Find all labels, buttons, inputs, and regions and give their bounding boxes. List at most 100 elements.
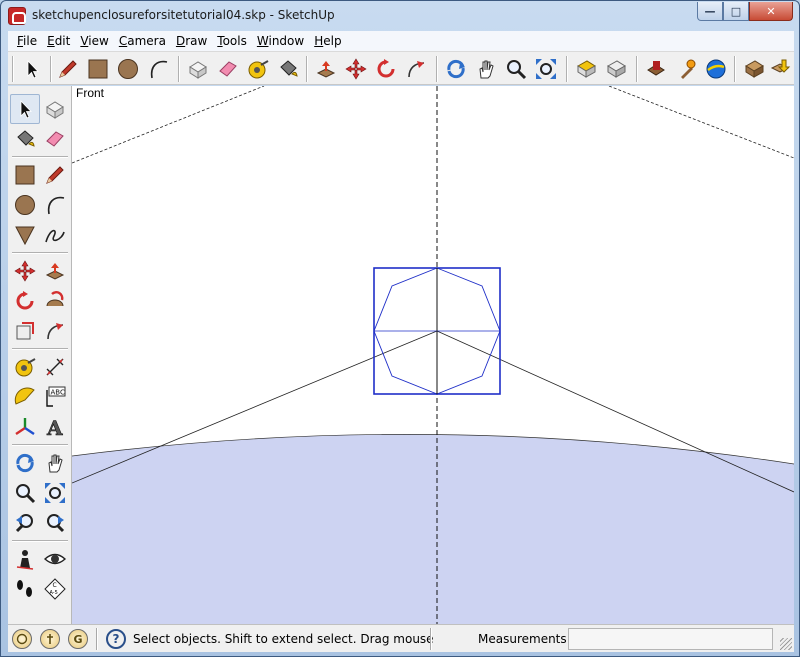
- measurements-input[interactable]: [568, 628, 773, 650]
- protractor-icon[interactable]: [10, 382, 40, 412]
- extension-icon[interactable]: [672, 55, 700, 83]
- rotate-icon[interactable]: [372, 55, 400, 83]
- select-icon[interactable]: [10, 94, 40, 124]
- toolbar-grip[interactable]: [12, 56, 14, 82]
- push-pull-icon[interactable]: [312, 55, 340, 83]
- guide-line: [608, 86, 794, 159]
- status-hint: Select objects. Shift to extend select. …: [133, 632, 434, 646]
- warehouse-icon[interactable]: [642, 55, 670, 83]
- zoom-extents-icon[interactable]: [532, 55, 560, 83]
- 3d-text-icon[interactable]: A: [40, 412, 70, 442]
- maximize-button[interactable]: □: [723, 2, 749, 21]
- offset-icon[interactable]: [40, 316, 70, 346]
- previous-view-icon[interactable]: [10, 508, 40, 538]
- tape-measure-icon[interactable]: [244, 55, 272, 83]
- main-toolbar: [8, 51, 794, 85]
- menu-tools[interactable]: Tools: [212, 34, 252, 48]
- previous-view-icon[interactable]: [572, 55, 600, 83]
- rotate-icon[interactable]: [10, 286, 40, 316]
- credits-icon[interactable]: [40, 629, 60, 649]
- toolbar-separator: [734, 56, 736, 82]
- rectangle-icon[interactable]: [84, 55, 112, 83]
- photo-textures-icon[interactable]: [740, 55, 768, 83]
- axes-icon[interactable]: [10, 412, 40, 442]
- follow-me-icon[interactable]: [40, 286, 70, 316]
- text-icon[interactable]: ABC: [40, 382, 70, 412]
- minimize-button[interactable]: —: [697, 2, 723, 21]
- geo-location-icon[interactable]: [12, 629, 32, 649]
- menu-help[interactable]: Help: [309, 34, 346, 48]
- paint-bucket-icon[interactable]: [10, 124, 40, 154]
- rectangle-icon[interactable]: [10, 160, 40, 190]
- tape-measure-icon[interactable]: [10, 352, 40, 382]
- toolbar-separator: [636, 56, 638, 82]
- next-view-icon[interactable]: [40, 508, 70, 538]
- toolbar-separator: [12, 156, 68, 158]
- pan-icon[interactable]: [40, 448, 70, 478]
- dimension-icon[interactable]: [40, 352, 70, 382]
- circle-icon[interactable]: [114, 55, 142, 83]
- import-icon[interactable]: [766, 55, 794, 83]
- title-bar[interactable]: sketchupenclosureforsitetutorial04.skp -…: [1, 1, 799, 31]
- toolbar-separator: [306, 56, 308, 82]
- eraser-icon[interactable]: [214, 55, 242, 83]
- status-separator: [96, 628, 98, 650]
- position-camera-icon[interactable]: [10, 544, 40, 574]
- push-pull-icon[interactable]: [40, 256, 70, 286]
- make-component-icon[interactable]: [184, 55, 212, 83]
- menu-view[interactable]: View: [75, 34, 113, 48]
- close-button[interactable]: ✕: [749, 2, 793, 21]
- menu-edit[interactable]: Edit: [42, 34, 75, 48]
- scale-icon[interactable]: [10, 316, 40, 346]
- toolbar-separator: [12, 348, 68, 350]
- resize-grip-icon[interactable]: [780, 638, 792, 650]
- status-separator: [430, 628, 432, 650]
- follow-me-icon[interactable]: [402, 55, 430, 83]
- svg-text:ABC: ABC: [51, 389, 65, 397]
- svg-text:C: C: [53, 582, 57, 589]
- select-icon[interactable]: [18, 55, 46, 83]
- move-icon[interactable]: [342, 55, 370, 83]
- look-around-icon[interactable]: [40, 544, 70, 574]
- svg-text:A: A: [46, 416, 63, 438]
- orbit-icon[interactable]: [10, 448, 40, 478]
- walk-icon[interactable]: [10, 574, 40, 604]
- help-icon[interactable]: ?: [106, 629, 126, 649]
- drawing-area[interactable]: Front: [72, 86, 794, 624]
- move-icon[interactable]: [10, 256, 40, 286]
- make-component-icon[interactable]: [40, 94, 70, 124]
- next-view-icon[interactable]: [602, 55, 630, 83]
- menu-window[interactable]: Window: [252, 34, 309, 48]
- svg-text:A-5: A-5: [50, 590, 58, 596]
- section-plane-icon[interactable]: C A-5: [40, 574, 70, 604]
- toolbar-separator: [12, 540, 68, 542]
- measurements-label: Measurements: [478, 632, 567, 646]
- arc-icon[interactable]: [40, 190, 70, 220]
- paint-bucket-icon[interactable]: [274, 55, 302, 83]
- zoom-icon[interactable]: [502, 55, 530, 83]
- toolbar-separator: [178, 56, 180, 82]
- google-signin-icon[interactable]: G: [68, 629, 88, 649]
- window-controls: — □ ✕: [697, 2, 793, 21]
- freehand-icon[interactable]: [40, 220, 70, 250]
- pencil-icon[interactable]: [54, 55, 82, 83]
- toolbar-separator: [12, 252, 68, 254]
- polygon-icon[interactable]: [10, 220, 40, 250]
- model-canvas[interactable]: [72, 86, 794, 624]
- circle-icon[interactable]: [10, 190, 40, 220]
- zoom-icon[interactable]: [10, 478, 40, 508]
- ground-plane: [72, 434, 794, 624]
- menu-draw[interactable]: Draw: [171, 34, 212, 48]
- toolbar-separator: [50, 56, 52, 82]
- zoom-extents-icon[interactable]: [40, 478, 70, 508]
- toolbar-separator: [12, 444, 68, 446]
- line-icon[interactable]: [40, 160, 70, 190]
- orbit-icon[interactable]: [442, 55, 470, 83]
- eraser-icon[interactable]: [40, 124, 70, 154]
- menu-camera[interactable]: Camera: [114, 34, 171, 48]
- sketchup-logo-icon[interactable]: [8, 7, 26, 25]
- google-earth-icon[interactable]: [702, 55, 730, 83]
- menu-file[interactable]: File: [12, 34, 42, 48]
- arc-icon[interactable]: [144, 55, 172, 83]
- pan-icon[interactable]: [472, 55, 500, 83]
